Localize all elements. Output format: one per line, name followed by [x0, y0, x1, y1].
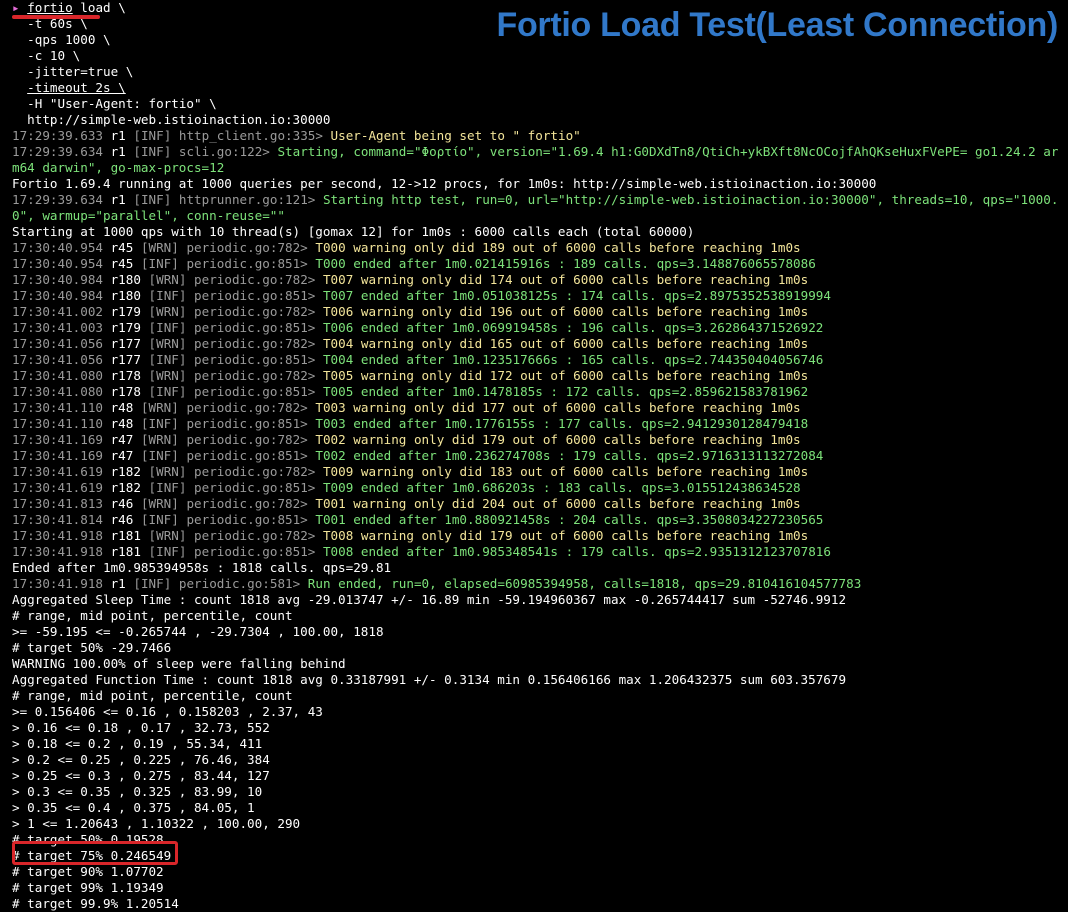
- log-line-wrap: 0", warmup="parallel", conn-reuse="": [12, 208, 285, 223]
- command-arg: -H "User-Agent: fortio" \: [27, 96, 217, 111]
- summary-line: > 0.2 <= 0.25 , 0.225 , 76.46, 384: [12, 752, 270, 767]
- periodic-log-line: 17:30:41.002 r179 [WRN] periodic.go:782>…: [12, 304, 809, 319]
- command-arg: -timeout 2s \: [27, 80, 126, 95]
- periodic-log-line: 17:30:41.169 r47 [INF] periodic.go:851> …: [12, 448, 824, 463]
- summary-line: >= -59.195 <= -0.265744 , -29.7304 , 100…: [12, 624, 384, 639]
- summary-line: > 0.3 <= 0.35 , 0.325 , 83.99, 10: [12, 784, 263, 799]
- periodic-log-line: 17:30:41.080 r178 [WRN] periodic.go:782>…: [12, 368, 809, 383]
- periodic-log-line: 17:30:41.056 r177 [WRN] periodic.go:782>…: [12, 336, 809, 351]
- terminal-output[interactable]: ▸ fortio load \ -t 60s \ -qps 1000 \ -c …: [12, 0, 1064, 912]
- summary-line: > 0.18 <= 0.2 , 0.19 , 55.34, 411: [12, 736, 263, 751]
- command-arg: -c 10 \: [27, 48, 81, 63]
- log-line: 17:29:39.634 r1 [INF] scli.go:122> Start…: [12, 144, 1059, 159]
- summary-line: Aggregated Function Time : count 1818 av…: [12, 672, 847, 687]
- command-arg: -jitter=true \: [27, 64, 134, 79]
- summary-line: > 0.25 <= 0.3 , 0.275 , 83.44, 127: [12, 768, 270, 783]
- summary-line: Aggregated Sleep Time : count 1818 avg -…: [12, 592, 847, 607]
- log-line: 17:29:39.633 r1 [INF] http_client.go:335…: [12, 128, 581, 143]
- summary-line: > 0.16 <= 0.18 , 0.17 , 32.73, 552: [12, 720, 270, 735]
- periodic-log-line: 17:30:40.954 r45 [INF] periodic.go:851> …: [12, 256, 816, 271]
- periodic-log-line: 17:30:41.110 r48 [WRN] periodic.go:782> …: [12, 400, 801, 415]
- periodic-log-line: 17:30:41.003 r179 [INF] periodic.go:851>…: [12, 320, 824, 335]
- log-line: 17:29:39.634 r1 [INF] httprunner.go:121>…: [12, 192, 1059, 207]
- log-line: 17:30:41.918 r1 [INF] periodic.go:581> R…: [12, 576, 862, 591]
- periodic-log-line: 17:30:41.619 r182 [INF] periodic.go:851>…: [12, 480, 801, 495]
- periodic-log-line: 17:30:41.169 r47 [WRN] periodic.go:782> …: [12, 432, 801, 447]
- log-line-wrap: m64 darwin", go-max-procs=12: [12, 160, 225, 175]
- periodic-log-line: 17:30:41.918 r181 [INF] periodic.go:851>…: [12, 544, 831, 559]
- periodic-log-line: 17:30:41.080 r178 [INF] periodic.go:851>…: [12, 384, 809, 399]
- summary-line: # range, mid point, percentile, count: [12, 608, 293, 623]
- start-line: Starting at 1000 qps with 10 thread(s) […: [12, 224, 695, 239]
- periodic-log-line: 17:30:40.984 r180 [WRN] periodic.go:782>…: [12, 272, 809, 287]
- ended-line: Ended after 1m0.985394958s : 1818 calls.…: [12, 560, 392, 575]
- summary-line: # range, mid point, percentile, count: [12, 688, 293, 703]
- run-line: Fortio 1.69.4 running at 1000 queries pe…: [12, 176, 877, 191]
- command-arg: -qps 1000 \: [27, 32, 111, 47]
- summary-line: WARNING 100.00% of sleep were falling be…: [12, 656, 346, 671]
- periodic-log-line: 17:30:40.954 r45 [WRN] periodic.go:782> …: [12, 240, 801, 255]
- annotation-highlight-box: [12, 841, 178, 865]
- periodic-log-line: 17:30:41.110 r48 [INF] periodic.go:851> …: [12, 416, 809, 431]
- periodic-log-line: 17:30:41.813 r46 [WRN] periodic.go:782> …: [12, 496, 801, 511]
- periodic-log-line: 17:30:41.918 r181 [WRN] periodic.go:782>…: [12, 528, 809, 543]
- command-arg: -t 60s \: [27, 16, 88, 31]
- periodic-log-line: 17:30:41.056 r177 [INF] periodic.go:851>…: [12, 352, 824, 367]
- command-program: fortio: [27, 0, 73, 15]
- summary-line: # target 50% -29.7466: [12, 640, 172, 655]
- summary-line: > 1 <= 1.20643 , 1.10322 , 100.00, 290: [12, 816, 301, 831]
- summary-line: # target 99% 1.19349: [12, 880, 164, 895]
- command-line: ▸ fortio load \: [12, 0, 1064, 16]
- summary-line: > 0.35 <= 0.4 , 0.375 , 84.05, 1: [12, 800, 255, 815]
- periodic-log-list: 17:30:40.954 r45 [WRN] periodic.go:782> …: [12, 240, 1064, 560]
- command-arg: http://simple-web.istioinaction.io:30000: [27, 112, 331, 127]
- periodic-log-line: 17:30:41.814 r46 [INF] periodic.go:851> …: [12, 512, 824, 527]
- summary-line: >= 0.156406 <= 0.16 , 0.158203 , 2.37, 4…: [12, 704, 323, 719]
- summary-line: # target 90% 1.07702: [12, 864, 164, 879]
- periodic-log-line: 17:30:41.619 r182 [WRN] periodic.go:782>…: [12, 464, 809, 479]
- command-subcommand: load \: [80, 0, 126, 15]
- periodic-log-line: 17:30:40.984 r180 [INF] periodic.go:851>…: [12, 288, 831, 303]
- chevron-right-icon: ▸: [12, 0, 20, 15]
